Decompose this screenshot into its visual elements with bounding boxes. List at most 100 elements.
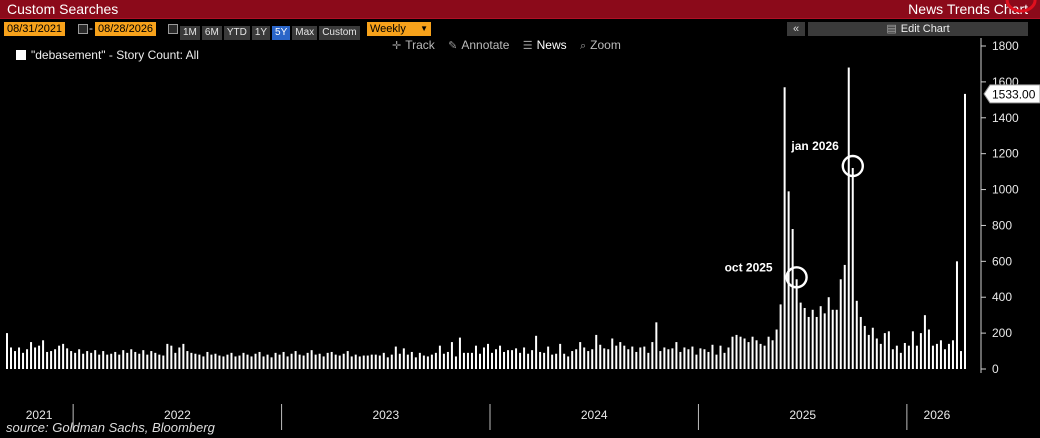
bar [895, 345, 898, 369]
bar [46, 351, 49, 369]
bar [911, 331, 914, 369]
y-tick-label: 1200 [992, 147, 1019, 161]
bar [759, 343, 762, 369]
bar [927, 329, 930, 369]
bar [386, 357, 389, 369]
y-tick-label: 1800 [992, 39, 1019, 53]
bar [851, 168, 854, 369]
bar [827, 297, 830, 369]
x-year-label: 2025 [789, 408, 816, 422]
bar [170, 345, 173, 369]
bar [543, 352, 546, 369]
bar [963, 93, 966, 369]
bar [959, 351, 962, 369]
bar [354, 354, 357, 369]
bar [230, 352, 233, 369]
bar [14, 351, 17, 369]
bar [146, 354, 149, 369]
bar [691, 346, 694, 369]
y-tick-label: 600 [992, 254, 1012, 268]
bar [919, 333, 922, 369]
bar [242, 352, 245, 369]
bar [523, 347, 526, 369]
annotation-label: oct 2025 [725, 260, 773, 274]
y-tick-label: 400 [992, 290, 1012, 304]
bar [30, 342, 33, 369]
bar [366, 355, 369, 369]
bar [847, 67, 850, 369]
bar [695, 354, 698, 369]
bar [607, 349, 610, 369]
bar [310, 350, 313, 369]
bar [58, 345, 61, 369]
source-note: source: Goldman Sachs, Bloomberg [6, 420, 215, 435]
bar [515, 348, 518, 369]
bar [887, 331, 890, 369]
bar [547, 346, 550, 369]
bar [10, 347, 13, 369]
bar [394, 346, 397, 369]
bar [350, 356, 353, 369]
bar [426, 356, 429, 369]
bar [771, 340, 774, 369]
bar [663, 347, 666, 369]
bar [823, 313, 826, 369]
bar [723, 352, 726, 369]
bar [182, 343, 185, 369]
bar [258, 351, 261, 369]
bar [418, 352, 421, 369]
bar [647, 352, 650, 369]
bar [503, 351, 506, 369]
bar [651, 342, 654, 369]
bar [78, 349, 81, 369]
bar [591, 349, 594, 369]
bar [507, 350, 510, 369]
bar [250, 356, 253, 369]
bar [50, 351, 53, 369]
bar [679, 351, 682, 369]
bar [294, 351, 297, 369]
bar [210, 354, 213, 369]
bar [579, 342, 582, 369]
bar [763, 345, 766, 369]
bar [707, 351, 710, 369]
bar [430, 354, 433, 369]
bar [278, 354, 281, 369]
bar [190, 352, 193, 369]
bar [38, 345, 41, 369]
bar [438, 345, 441, 369]
bar [270, 357, 273, 369]
bar [410, 351, 413, 369]
bar [194, 353, 197, 369]
bar [531, 350, 534, 369]
bar [154, 352, 157, 369]
bar [739, 336, 742, 369]
bar [619, 342, 622, 369]
bar [807, 316, 810, 369]
bar [939, 340, 942, 369]
bar [362, 355, 365, 369]
bar [803, 307, 806, 369]
last-value-label: 1533.00 [992, 87, 1036, 101]
bar [406, 354, 409, 369]
bar [867, 334, 870, 369]
annotation-ring [1005, 0, 1037, 13]
bar [402, 348, 405, 369]
bar [595, 334, 598, 369]
bar [571, 351, 574, 369]
bar [871, 327, 874, 369]
bar [414, 357, 417, 369]
bar [26, 349, 29, 369]
x-year-label: 2024 [581, 408, 608, 422]
bar-series [6, 67, 966, 370]
bar [735, 334, 738, 369]
bar [875, 338, 878, 369]
bar [102, 351, 105, 369]
bar [671, 348, 674, 369]
bar [234, 356, 237, 369]
bar [879, 343, 882, 369]
y-tick-label: 1400 [992, 111, 1019, 125]
bar [110, 353, 113, 369]
bar [142, 350, 145, 369]
bar [555, 353, 558, 369]
